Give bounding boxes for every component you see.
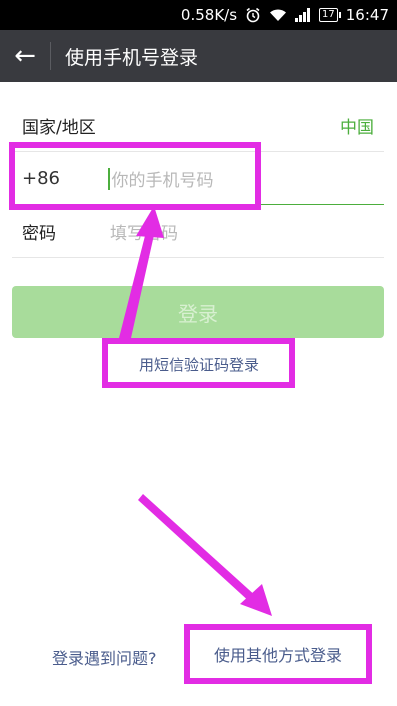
annotation-box-sms — [102, 338, 295, 388]
annotation-box-phone — [9, 142, 261, 210]
password-field[interactable]: 密码 填写密码 — [12, 206, 384, 258]
annotation-arrow-down — [138, 494, 272, 616]
country-label: 国家/地区 — [22, 118, 96, 138]
battery-level: 17 — [319, 8, 341, 22]
title-bar: ← 使用手机号登录 — [0, 30, 397, 82]
country-value[interactable]: 中国 — [340, 113, 374, 138]
network-speed: 0.58K/s — [180, 6, 238, 24]
login-button[interactable]: 登录 — [12, 286, 384, 338]
title-divider — [50, 42, 51, 70]
signal-bars-icon — [295, 8, 311, 22]
password-input[interactable]: 填写密码 — [110, 219, 178, 244]
login-problem-link[interactable]: 登录遇到问题? — [52, 645, 157, 669]
page-title: 使用手机号登录 — [65, 46, 199, 69]
back-arrow-icon[interactable]: ← — [0, 30, 50, 82]
alarm-clock-icon — [245, 7, 261, 23]
status-bar: 0.58K/s 17 16:47 — [0, 0, 397, 30]
battery-icon: 17 — [319, 8, 341, 22]
annotation-box-other-login — [184, 624, 372, 684]
clock-time: 16:47 — [345, 6, 389, 24]
wifi-icon — [269, 8, 287, 22]
password-label: 密码 — [22, 224, 56, 244]
